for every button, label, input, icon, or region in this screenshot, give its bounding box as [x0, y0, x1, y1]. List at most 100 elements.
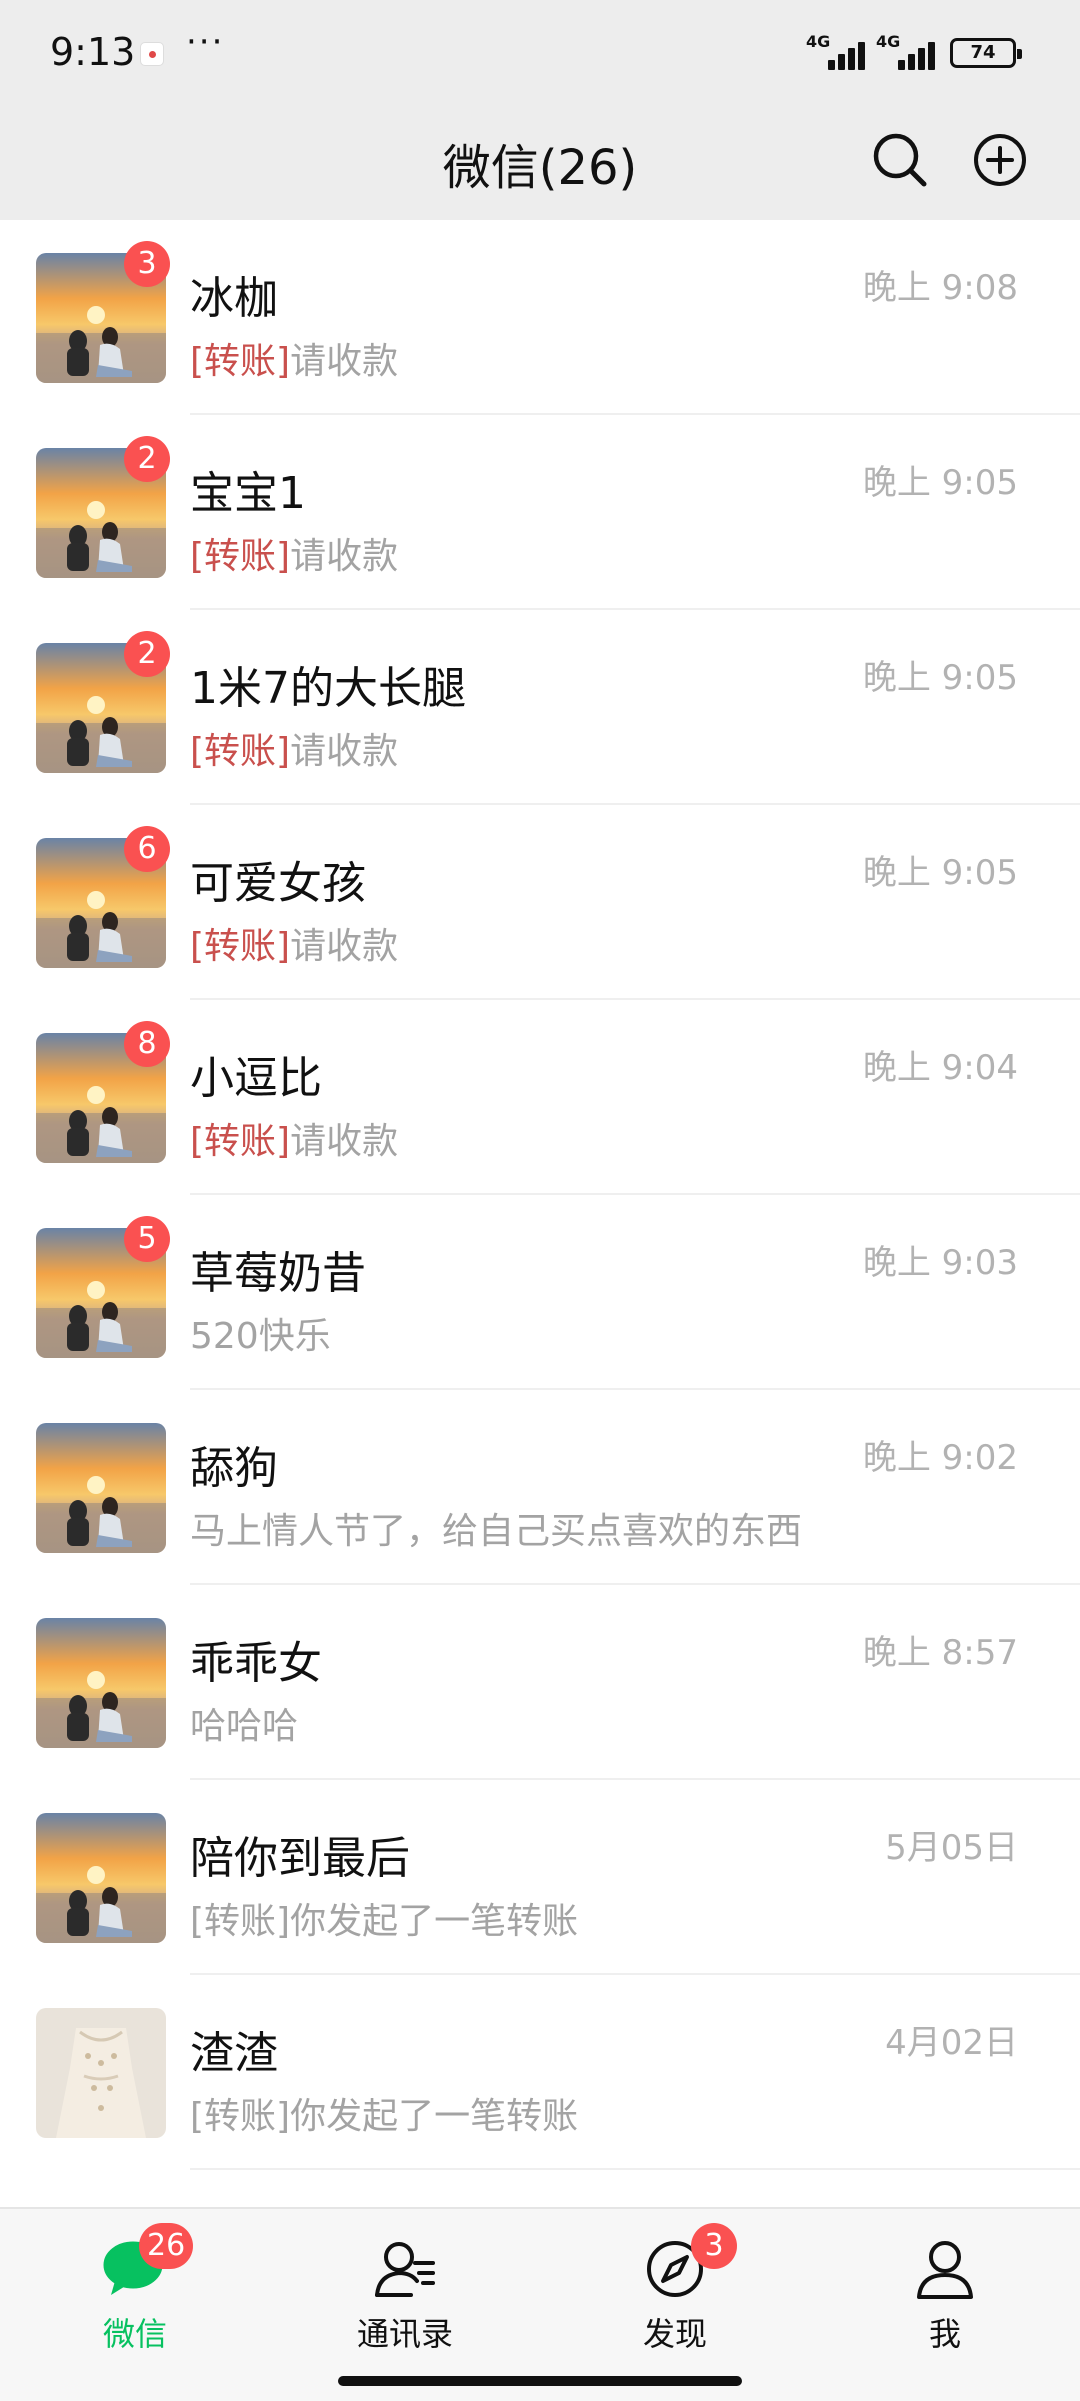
tab-discover[interactable]: 3 发现: [575, 2223, 775, 2361]
preview-text: 哈哈哈: [190, 1706, 299, 1747]
unread-badge: 2: [124, 436, 170, 482]
chat-name: 渣渣: [190, 2028, 278, 2079]
battery-icon: 74: [950, 38, 1022, 68]
preview-text: 520快乐: [190, 1316, 331, 1357]
avatar[interactable]: 5: [36, 1216, 170, 1358]
tab-label: 通讯录: [356, 2315, 453, 2353]
status-time: 9:13: [50, 30, 136, 74]
chat-row[interactable]: 乖乖女 哈哈哈 晚上 8:57: [0, 1585, 1080, 1780]
chat-preview: [转账]你发起了一笔转账: [190, 2087, 578, 2139]
chat-name: 宝宝1: [190, 468, 306, 519]
chat-name: 冰枷: [190, 273, 278, 324]
preview-text: 请收款: [290, 926, 399, 967]
chat-name: 1米7的大长腿: [190, 663, 466, 714]
search-button[interactable]: [868, 128, 932, 192]
preview-text: [转账]你发起了一笔转账: [190, 2096, 579, 2137]
transfer-tag: [转账]: [190, 926, 291, 967]
chat-row[interactable]: 2 宝宝1 [转账]请收款 晚上 9:05: [0, 415, 1080, 610]
avatar-image: [36, 1618, 166, 1748]
chat-time: 晚上 9:04: [862, 1048, 1018, 1088]
unread-badge: 8: [124, 1021, 170, 1067]
plus-circle-icon: [974, 134, 1026, 186]
status-bar: 9:13 ··· 4G 4G 74: [0, 0, 1080, 100]
avatar[interactable]: 2: [36, 436, 170, 578]
chat-time: 晚上 8:57: [862, 1633, 1018, 1673]
chat-list: 3 冰枷 [转账]请收款 晚上 9:08 2 宝宝1 [转账]请收款 晚上 9:…: [0, 220, 1080, 2170]
chat-preview: 哈哈哈: [190, 1697, 298, 1749]
chat-row[interactable]: 陪你到最后 [转账]你发起了一笔转账 5月05日: [0, 1780, 1080, 1975]
tab-bar: 26 微信 通讯录 3 发现 我: [0, 2207, 1080, 2401]
divider: [190, 2168, 1080, 2170]
signal-icon-2: 4G: [876, 32, 940, 70]
signal-icon: 4G: [806, 32, 870, 70]
network-type-label: 4G: [806, 32, 831, 51]
wechat-screen: 9:13 ··· 4G 4G 74 微信(26) 3 冰枷 [转账]请收款 晚上…: [0, 0, 1080, 2401]
preview-text: 马上情人节了，给自己买点喜欢的东西: [190, 1511, 803, 1552]
preview-text: 请收款: [290, 1121, 399, 1162]
chat-preview: 520快乐: [190, 1307, 331, 1359]
avatar[interactable]: 2: [36, 631, 170, 773]
tab-chats[interactable]: 26 微信: [35, 2223, 235, 2361]
tab-contacts[interactable]: 通讯录: [305, 2231, 505, 2361]
avatar[interactable]: [36, 2008, 166, 2138]
unread-badge: 6: [124, 826, 170, 872]
tab-label: 微信: [102, 2315, 167, 2353]
chat-name: 小逗比: [190, 1053, 322, 1104]
search-icon: [873, 133, 927, 187]
avatar[interactable]: [36, 1618, 166, 1748]
chat-time: 晚上 9:05: [862, 463, 1018, 503]
chat-row[interactable]: 3 冰枷 [转账]请收款 晚上 9:08: [0, 220, 1080, 415]
network-type-label-2: 4G: [876, 32, 901, 51]
chat-name: 舔狗: [190, 1443, 278, 1494]
avatar[interactable]: [36, 1423, 166, 1553]
tab-me[interactable]: 我: [845, 2231, 1045, 2361]
unread-badge: 5: [124, 1216, 170, 1262]
status-overflow: ···: [186, 22, 225, 62]
avatar[interactable]: 6: [36, 826, 170, 968]
avatar[interactable]: 8: [36, 1021, 170, 1163]
add-button[interactable]: [968, 128, 1032, 192]
contacts-icon: [375, 2242, 435, 2297]
chat-preview: [转账]请收款: [190, 332, 398, 384]
chat-row[interactable]: 渣渣 [转账]你发起了一笔转账 4月02日: [0, 1975, 1080, 2170]
chat-row[interactable]: 2 1米7的大长腿 [转账]请收款 晚上 9:05: [0, 610, 1080, 805]
transfer-tag: [转账]: [190, 731, 291, 772]
chat-time: 晚上 9:05: [862, 853, 1018, 893]
chat-time: 晚上 9:05: [862, 658, 1018, 698]
unread-badge: 2: [124, 631, 170, 677]
chat-time: 晚上 9:08: [862, 268, 1018, 308]
unread-badge: 3: [124, 241, 170, 287]
chat-row[interactable]: 8 小逗比 [转账]请收款 晚上 9:04: [0, 1000, 1080, 1195]
chat-preview: [转账]请收款: [190, 527, 398, 579]
chat-row[interactable]: 5 草莓奶昔 520快乐 晚上 9:03: [0, 1195, 1080, 1390]
chat-preview: [转账]请收款: [190, 1112, 398, 1164]
preview-text: 请收款: [290, 536, 399, 577]
app-header: 微信(26): [0, 100, 1080, 220]
chat-time: 晚上 9:03: [862, 1243, 1018, 1283]
chat-preview: 马上情人节了，给自己买点喜欢的东西: [190, 1502, 802, 1554]
chat-preview: [转账]你发起了一笔转账: [190, 1892, 578, 1944]
tab-label: 发现: [642, 2315, 707, 2353]
transfer-tag: [转账]: [190, 341, 291, 382]
tab-badge: 3: [691, 2223, 737, 2269]
chat-row[interactable]: 舔狗 马上情人节了，给自己买点喜欢的东西 晚上 9:02: [0, 1390, 1080, 1585]
tab-label: 我: [928, 2315, 961, 2353]
chat-name: 草莓奶昔: [190, 1248, 366, 1299]
tab-badge: 26: [139, 2223, 194, 2269]
transfer-tag: [转账]: [190, 1121, 291, 1162]
tab-icon: [373, 2237, 437, 2301]
chat-time: 4月02日: [885, 2023, 1018, 2063]
avatar[interactable]: [36, 1813, 166, 1943]
preview-text: [转账]你发起了一笔转账: [190, 1901, 579, 1942]
tab-icon: [913, 2237, 977, 2301]
avatar-image: [36, 1813, 166, 1943]
chat-time: 5月05日: [885, 1828, 1018, 1868]
preview-text: 请收款: [290, 731, 399, 772]
avatar[interactable]: 3: [36, 241, 170, 383]
preview-text: 请收款: [290, 341, 399, 382]
avatar-image: [36, 1423, 166, 1553]
chat-name: 可爱女孩: [190, 858, 366, 909]
chat-row[interactable]: 6 可爱女孩 [转账]请收款 晚上 9:05: [0, 805, 1080, 1000]
chat-name: 陪你到最后: [190, 1833, 410, 1884]
home-indicator[interactable]: [338, 2376, 742, 2386]
